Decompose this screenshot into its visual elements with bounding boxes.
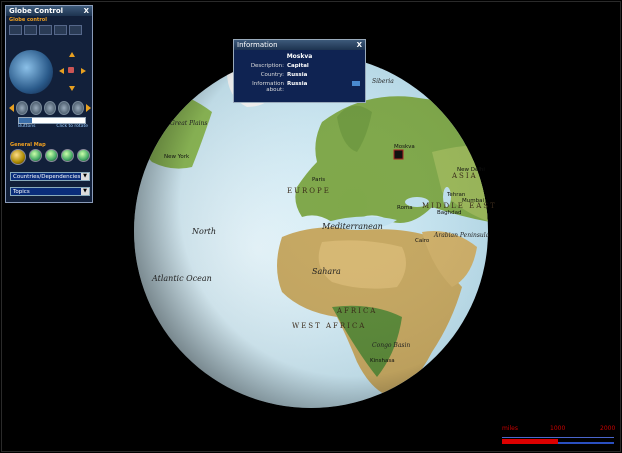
info-key: Information about: [252, 81, 284, 93]
information-popup: Information X Moskva Description: Capita… [233, 39, 366, 103]
toolbar-button-1[interactable] [9, 25, 22, 35]
general-map-buttons [10, 149, 90, 165]
general-map-label: General Map [10, 142, 46, 148]
moskva-marker[interactable] [393, 149, 404, 160]
rotate-right-arrow-icon[interactable] [81, 68, 86, 74]
chevron-down-icon[interactable]: ▼ [81, 173, 89, 180]
zoom-next-arrow-icon[interactable] [86, 104, 91, 112]
city-roma: Roma [397, 205, 413, 211]
zoom-button-2[interactable] [30, 101, 42, 115]
region-asia: ASIA [452, 172, 478, 180]
zoom-button-1[interactable] [16, 101, 28, 115]
globe-control-subtitle: Globe control [9, 17, 47, 23]
zoom-prev-arrow-icon[interactable] [9, 104, 14, 112]
globe[interactable]: North Atlantic Ocean EUROPE AFRICA WEST … [132, 52, 495, 410]
info-link-icon[interactable] [352, 81, 361, 86]
mini-globe-icon[interactable] [9, 50, 53, 94]
globe-control-title: Globe Control [9, 7, 64, 15]
information-titlebar[interactable]: Information X [234, 40, 365, 50]
globe-control-toolbar [6, 24, 92, 36]
scale-line [502, 437, 614, 438]
city-moskva: Moskva [394, 144, 415, 150]
globe-control-close-button[interactable]: X [84, 7, 89, 15]
toolbar-button-3[interactable] [39, 25, 52, 35]
region-africa: AFRICA [337, 307, 378, 315]
place-name: Moskva [286, 53, 313, 60]
zoom-button-3[interactable] [44, 101, 56, 115]
city-new-york: New York [164, 154, 190, 160]
topics-dropdown[interactable]: Topics ▼ [10, 187, 90, 196]
city-baghdad: Baghdad [437, 210, 462, 216]
map-style-button-5[interactable] [77, 149, 90, 162]
chevron-down-icon[interactable]: ▼ [81, 188, 89, 195]
info-row-description: Description: Capital [234, 63, 365, 69]
countries-dropdown[interactable]: Countries/Dependencies ▼ [10, 172, 90, 181]
zoom-slider[interactable] [18, 117, 86, 124]
map-style-button-4[interactable] [61, 149, 74, 162]
map-style-button-1[interactable] [10, 149, 26, 165]
information-close-button[interactable]: X [357, 41, 362, 49]
info-key: Country: [260, 72, 284, 78]
hint-label: Click to rotate [56, 124, 88, 129]
toolbar-button-2[interactable] [24, 25, 37, 35]
countries-dropdown-value: Countries/Dependencies [13, 174, 81, 180]
rotate-center-icon[interactable] [68, 67, 74, 73]
topics-dropdown-value: Topics [13, 189, 30, 195]
city-new-delhi: New Delhi [457, 167, 485, 173]
region-west-africa: WEST AFRICA [292, 322, 367, 330]
info-row-country: Country: Russia [234, 72, 365, 78]
buttons-label: Buttons [18, 124, 36, 129]
zoom-button-5[interactable] [72, 101, 84, 115]
scale-bar: miles 1000 2000 [500, 425, 618, 449]
city-paris: Paris [312, 177, 326, 183]
rotate-left-arrow-icon[interactable] [59, 68, 64, 74]
slider-labels: Buttons Click to rotate [18, 124, 88, 129]
zoom-row [9, 101, 91, 115]
city-cairo: Cairo [415, 238, 430, 244]
info-value: Russia [287, 72, 308, 78]
scale-mid: 1000 [550, 425, 566, 432]
map-style-button-2[interactable] [29, 149, 42, 162]
info-value: Capital [287, 63, 309, 69]
city-mumbai: Mumbai [462, 198, 484, 204]
scale-unit: miles [502, 425, 518, 432]
scale-max: 2000 [600, 425, 616, 432]
map-style-button-3[interactable] [45, 149, 58, 162]
rotate-up-arrow-icon[interactable] [69, 52, 75, 57]
toolbar-button-5[interactable] [69, 25, 82, 35]
globe-control-panel: Globe Control X Globe control Buttons Cl… [5, 5, 93, 203]
scale-red-segment [502, 439, 558, 444]
info-row-information-about: Information about: Russia [234, 81, 365, 93]
info-key: Description: [250, 63, 284, 69]
region-europe: EUROPE [287, 187, 331, 195]
globe-svg[interactable] [132, 52, 490, 410]
city-kinshasa: Kinshasa [370, 358, 395, 364]
region-middle-east: MIDDLE EAST [422, 202, 497, 210]
globe-control-titlebar[interactable]: Globe Control X [6, 6, 92, 16]
rotate-down-arrow-icon[interactable] [69, 86, 75, 91]
scale-blue-segment [558, 442, 614, 444]
zoom-button-4[interactable] [58, 101, 70, 115]
info-value: Russia [287, 81, 308, 87]
toolbar-button-4[interactable] [54, 25, 67, 35]
zoom-slider-fill [19, 118, 33, 123]
information-title: Information [237, 41, 278, 49]
